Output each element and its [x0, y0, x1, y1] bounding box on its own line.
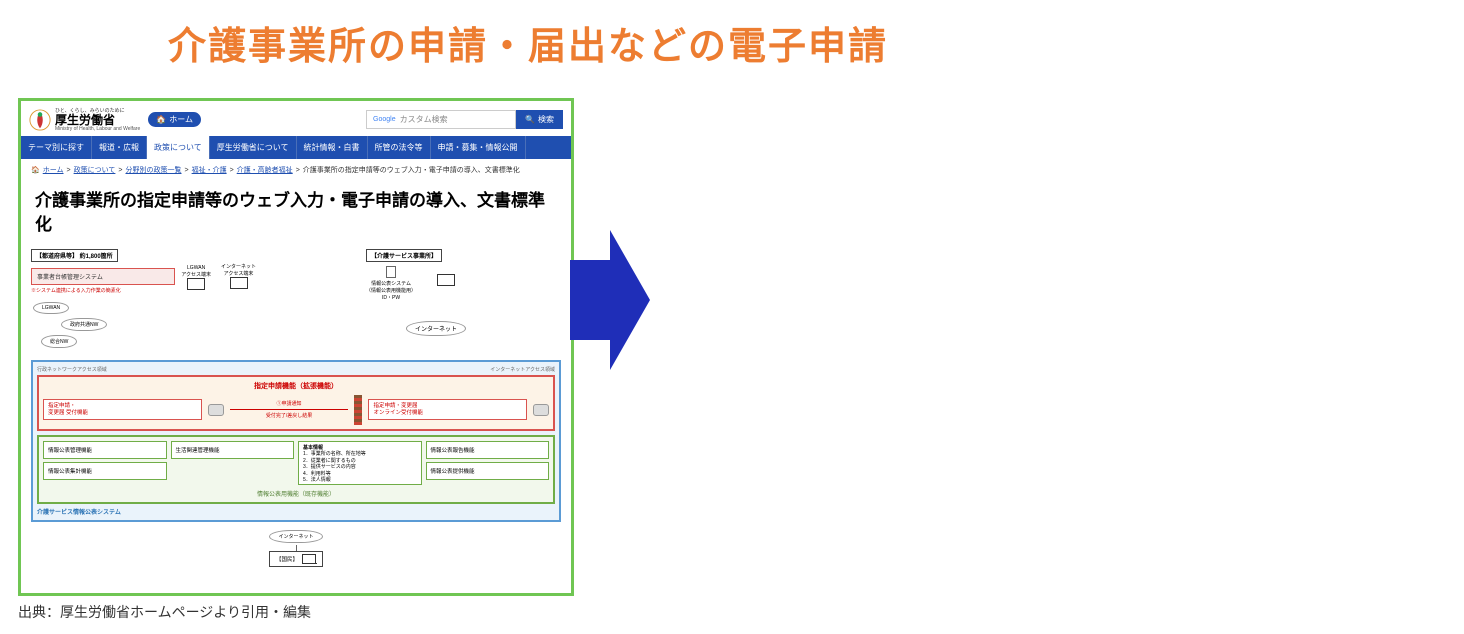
ledger-system-box: 事業者台帳管理システム [31, 268, 175, 285]
database-icon [533, 404, 549, 416]
net-label-right: インターネットアクセス領域 [490, 366, 555, 373]
nav-tab[interactable]: 申請・募集・情報公開 [431, 136, 526, 159]
citizen-section: インターネット 【国民】 [31, 528, 561, 567]
nav-tab[interactable]: 統計情報・白書 [297, 136, 368, 159]
breadcrumb-current: 介護事業所の指定申請等のウェブ入力・電子申請の導入、文書標準化 [303, 165, 520, 175]
breadcrumb-link[interactable]: ホーム [43, 165, 64, 175]
nav-tab[interactable]: 厚生労働省について [210, 136, 297, 159]
pc-icon [187, 278, 205, 290]
prefecture-section: 【都道府県等】 約1,800箇所 事業者台帳管理システム ※システム連携による入… [31, 249, 211, 350]
cloud-internet-bottom: インターネット [269, 530, 322, 543]
cloud-sogo: 総合NW [41, 335, 77, 348]
ledger-system-label: 事業者台帳管理システム [37, 275, 103, 281]
page-heading: 介護事業所の指定申請等のウェブ入力・電子申請の導入、文書標準化 [21, 181, 571, 249]
publish-function-title: 情報公表用機能（既存機能） [43, 489, 549, 498]
logo-subtitle: Ministry of Health, Labour and Welfare [55, 126, 140, 132]
cloud-gov: 政府共通NW [61, 318, 107, 331]
green-func-box: 情報公表報告機能 [426, 441, 550, 459]
logo-name: 厚生労働省 [55, 114, 140, 126]
firewall-icon [354, 395, 362, 425]
search-input[interactable]: Google カスタム検索 [366, 110, 516, 129]
breadcrumb-sep: > [296, 167, 300, 174]
pc-icon [230, 277, 248, 289]
green-func-box: 情報公表提供機能 [426, 462, 550, 480]
lgwan-terminal: LGWAN アクセス端末 [181, 265, 211, 290]
breadcrumb-sep: > [185, 167, 189, 174]
ledger-note: ※システム連携による入力作業の簡素化 [31, 287, 175, 294]
main-title: 介護事業所の申請・届出などの電子申請 [168, 15, 888, 70]
home-icon: 🏠 [156, 115, 166, 124]
breadcrumb-link[interactable]: 政策について [74, 165, 116, 175]
big-arrow-icon [570, 230, 650, 370]
breadcrumb-link[interactable]: 介護・高齢者福祉 [237, 165, 293, 175]
cloud-lgwan: LGWAN [33, 302, 69, 314]
database-icon [208, 404, 224, 416]
google-logo-text: Google [373, 116, 396, 123]
source-caption: 出典：厚生労働省ホームページより引用・編集 [18, 602, 311, 622]
right-function-box: 指定申請・変更届 オンライン受付機能 [368, 399, 527, 420]
system-diagram: 【都道府県等】 約1,800箇所 事業者台帳管理システム ※システム連携による入… [31, 249, 561, 567]
search-placeholder: カスタム検索 [400, 114, 448, 125]
citizen-box: 【国民】 [269, 551, 323, 567]
breadcrumb: 🏠 ホーム > 政策について > 分野別の政策一覧 > 福祉・介護 > 介護・高… [21, 159, 571, 181]
network-clouds: LGWAN 政府共通NW 総合NW [31, 300, 211, 350]
main-system-frame: 行政ネットワークアクセス領域 インターネットアクセス領域 指定申請機能（拡張機能… [31, 360, 561, 522]
doc-icon [386, 266, 396, 278]
arrow-label: 受付完了/差戻し結果 [230, 412, 349, 419]
pc-icon [437, 274, 455, 286]
info-sys-label: 情報公表システム （情報公表用機能用） ID・PW [366, 266, 416, 301]
breadcrumb-sep: > [67, 167, 71, 174]
nav-tab[interactable]: 報道・広報 [92, 136, 147, 159]
search-button-label: 検索 [538, 114, 554, 125]
application-function-frame: 指定申請機能（拡張機能） 指定申請・ 変更届 受付機能 ①申請通知 受付完了/差… [37, 375, 555, 431]
search-area: Google カスタム検索 🔍 検索 [366, 110, 563, 129]
nav-tab[interactable]: テーマ別に探す [21, 136, 92, 159]
service-office-section: 【介護サービス事業所】 情報公表システム （情報公表用機能用） ID・PW イン… [366, 249, 468, 350]
basic-info-box: 基本情報 1．事業所の名称、所在地等 2．従業者に関するもの 3．提供サービスの… [298, 441, 422, 485]
nav-tab-active[interactable]: 政策について [147, 136, 210, 159]
pc-icon [302, 554, 316, 564]
breadcrumb-sep: > [230, 167, 234, 174]
green-func-box: 生活関連管理機能 [171, 441, 295, 459]
application-function-title: 指定申請機能（拡張機能） [43, 381, 549, 391]
breadcrumb-link[interactable]: 福祉・介護 [192, 165, 227, 175]
home-label: ホーム [169, 114, 193, 125]
prefecture-label: 【都道府県等】 約1,800箇所 [31, 249, 118, 262]
search-icon: 🔍 [525, 115, 535, 124]
system-label: 介護サービス情報公表システム [37, 507, 555, 516]
net-label-left: 行政ネットワークアクセス領域 [37, 366, 107, 373]
breadcrumb-link[interactable]: 分野別の政策一覧 [126, 165, 182, 175]
internet-terminal: インターネット アクセス端末 [221, 263, 256, 350]
screenshot-card: ひと、くらし、みらいのために 厚生労働省 Ministry of Health,… [18, 98, 574, 596]
green-func-box: 情報公表管理機能 [43, 441, 167, 459]
site-header: ひと、くらし、みらいのために 厚生労働省 Ministry of Health,… [21, 101, 571, 136]
nav-tabs: テーマ別に探す 報道・広報 政策について 厚生労働省について 統計情報・白書 所… [21, 136, 571, 159]
service-office-label: 【介護サービス事業所】 [366, 249, 442, 262]
home-icon: 🏠 [31, 166, 40, 174]
publish-function-frame: 情報公表管理機能 情報公表集計機能 生活関連管理機能 基本情報 1．事業所の名称… [37, 435, 555, 504]
arrow-label: ①申請通知 [230, 400, 349, 407]
cloud-internet: インターネット [406, 321, 466, 336]
home-button[interactable]: 🏠 ホーム [148, 112, 201, 127]
green-func-box: 情報公表集計機能 [43, 462, 167, 480]
breadcrumb-sep: > [118, 167, 122, 174]
logo-icon [29, 109, 51, 131]
mhlw-logo: ひと、くらし、みらいのために 厚生労働省 Ministry of Health,… [29, 107, 140, 132]
nav-tab[interactable]: 所管の法令等 [368, 136, 431, 159]
search-button[interactable]: 🔍 検索 [516, 110, 563, 129]
left-function-box: 指定申請・ 変更届 受付機能 [43, 399, 202, 420]
